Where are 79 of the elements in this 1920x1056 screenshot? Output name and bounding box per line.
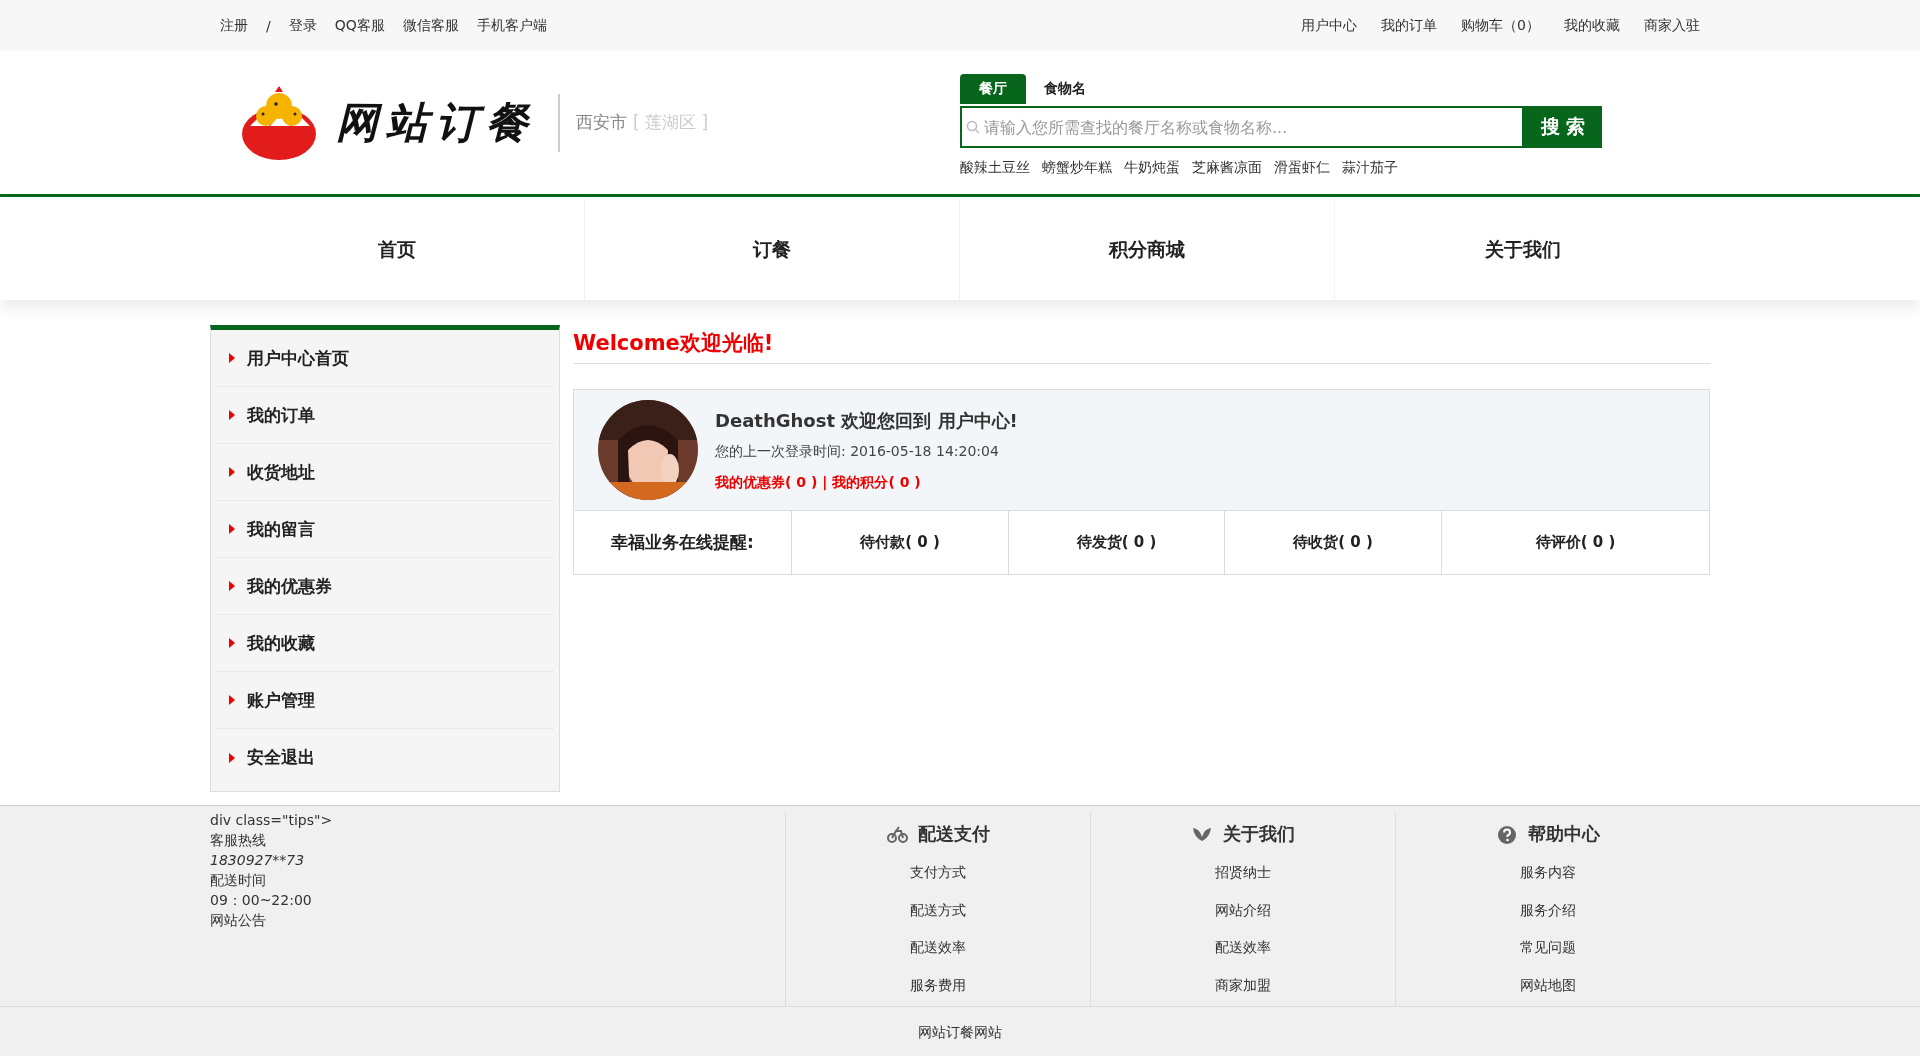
- footer-link[interactable]: 网站地图: [1520, 967, 1576, 1005]
- order-status-link[interactable]: 待评价( 0 ): [1441, 511, 1709, 574]
- order-status-link[interactable]: 待收货( 0 ): [1224, 511, 1441, 574]
- footer-column-title: 帮助中心: [1527, 822, 1600, 846]
- footer-link[interactable]: 商家加盟: [1215, 967, 1271, 1005]
- sidebar-item[interactable]: 我的留言: [217, 501, 553, 558]
- caret-icon: [229, 410, 235, 420]
- help-icon: [1496, 824, 1518, 844]
- copyright-text: 网站订餐网站: [0, 1006, 1920, 1056]
- reminder-label: 幸福业务在线提醒:: [610, 531, 755, 554]
- tips-text: 1830927**73: [210, 851, 306, 870]
- tips-text: 09：00~22:00: [210, 891, 313, 910]
- hot-search-link[interactable]: 芝麻酱凉面: [1192, 159, 1262, 177]
- search-button[interactable]: 搜 索: [1524, 106, 1602, 148]
- footer-column-title: 配送支付: [917, 822, 990, 846]
- footer-column-title: 关于我们: [1222, 822, 1295, 846]
- coupons-link[interactable]: 我的优惠券( 0 ): [715, 473, 818, 492]
- footer-link[interactable]: 服务内容: [1520, 854, 1576, 892]
- caret-icon: [229, 752, 235, 763]
- top-link[interactable]: 注册: [220, 16, 248, 35]
- sidebar-item[interactable]: 安全退出: [217, 729, 553, 786]
- top-link[interactable]: 商家入驻: [1644, 16, 1700, 35]
- footer-link[interactable]: 常见问题: [1520, 929, 1576, 968]
- sidebar-item[interactable]: 我的收藏: [217, 615, 553, 672]
- caret-icon: [229, 524, 235, 534]
- footer-link[interactable]: 服务介绍: [1520, 891, 1576, 930]
- footer-link[interactable]: 网站介绍: [1215, 891, 1271, 930]
- footer-link[interactable]: 配送效率: [910, 929, 966, 968]
- search-icon: [966, 120, 980, 134]
- sidebar-item[interactable]: 收货地址: [217, 444, 553, 501]
- separator: /: [266, 17, 271, 34]
- separator: |: [822, 473, 828, 492]
- top-link[interactable]: 登录: [288, 16, 317, 35]
- caret-icon: [229, 581, 235, 591]
- search-field[interactable]: 请输入您所需查找的餐厅名称或食物名称...: [960, 106, 1524, 148]
- top-link[interactable]: 我的收藏: [1564, 16, 1620, 35]
- tips-text: 客服热线: [210, 831, 267, 850]
- caret-icon: [229, 695, 235, 705]
- tips-text: 网站公告: [210, 911, 267, 930]
- order-status-link[interactable]: 待发货( 0 ): [1008, 511, 1224, 574]
- hot-search-link[interactable]: 滑蛋虾仁: [1274, 159, 1330, 177]
- order-status-link[interactable]: 待付款( 0 ): [791, 511, 1008, 574]
- hot-search-link[interactable]: 螃蟹炒年糕: [1042, 159, 1112, 177]
- user-greeting: DeathGhost 欢迎您回到 用户中心!: [715, 408, 1018, 433]
- nav-link[interactable]: 首页: [210, 199, 585, 300]
- points-link[interactable]: 我的积分( 0 ): [832, 473, 921, 492]
- bicycle-icon: [886, 824, 908, 844]
- caret-icon: [229, 353, 235, 363]
- footer-link[interactable]: 服务费用: [910, 967, 966, 1005]
- nav-link[interactable]: 积分商城: [960, 199, 1335, 300]
- nav-link[interactable]: 订餐: [585, 199, 960, 300]
- top-link[interactable]: 手机客户端: [476, 16, 547, 35]
- footer-link[interactable]: 支付方式: [910, 854, 966, 892]
- hot-search-link[interactable]: 牛奶炖蛋: [1124, 159, 1180, 177]
- sidebar-item[interactable]: 我的优惠券: [217, 558, 553, 615]
- sidebar-item[interactable]: 账户管理: [217, 672, 553, 729]
- caret-icon: [229, 467, 235, 477]
- city-label: 西安市: [576, 111, 627, 134]
- tips-text: div class="tips">: [210, 811, 334, 830]
- top-link[interactable]: 用户中心: [1301, 16, 1358, 35]
- top-link[interactable]: 我的订单: [1381, 16, 1438, 35]
- nav-link[interactable]: 关于我们: [1335, 199, 1710, 300]
- footer-link[interactable]: 招贤纳士: [1215, 854, 1271, 892]
- sidebar-item[interactable]: 用户中心首页: [217, 330, 553, 387]
- tips-text: 配送时间: [210, 871, 267, 890]
- footer-link[interactable]: 配送方式: [910, 891, 966, 930]
- search-tab[interactable]: 食物名: [1032, 74, 1098, 104]
- hot-search-link[interactable]: 蒜汁茄子: [1342, 159, 1398, 177]
- footer-link[interactable]: 配送效率: [1215, 929, 1271, 968]
- hot-search-link[interactable]: 酸辣土豆丝: [960, 159, 1030, 177]
- section-title: Welcome欢迎光临!: [573, 325, 1710, 364]
- search-tab[interactable]: 餐厅: [960, 74, 1026, 104]
- caret-icon: [229, 638, 235, 648]
- sidebar-item[interactable]: 我的订单: [217, 387, 553, 444]
- top-link[interactable]: 微信客服: [402, 16, 459, 35]
- top-link[interactable]: QQ客服: [334, 16, 385, 35]
- logo-text: 网站订餐: [336, 96, 536, 149]
- last-login-text: 您的上一次登录时间: 2016-05-18 14:20:04: [715, 442, 1000, 461]
- top-link[interactable]: 购物车（0）: [1461, 16, 1540, 35]
